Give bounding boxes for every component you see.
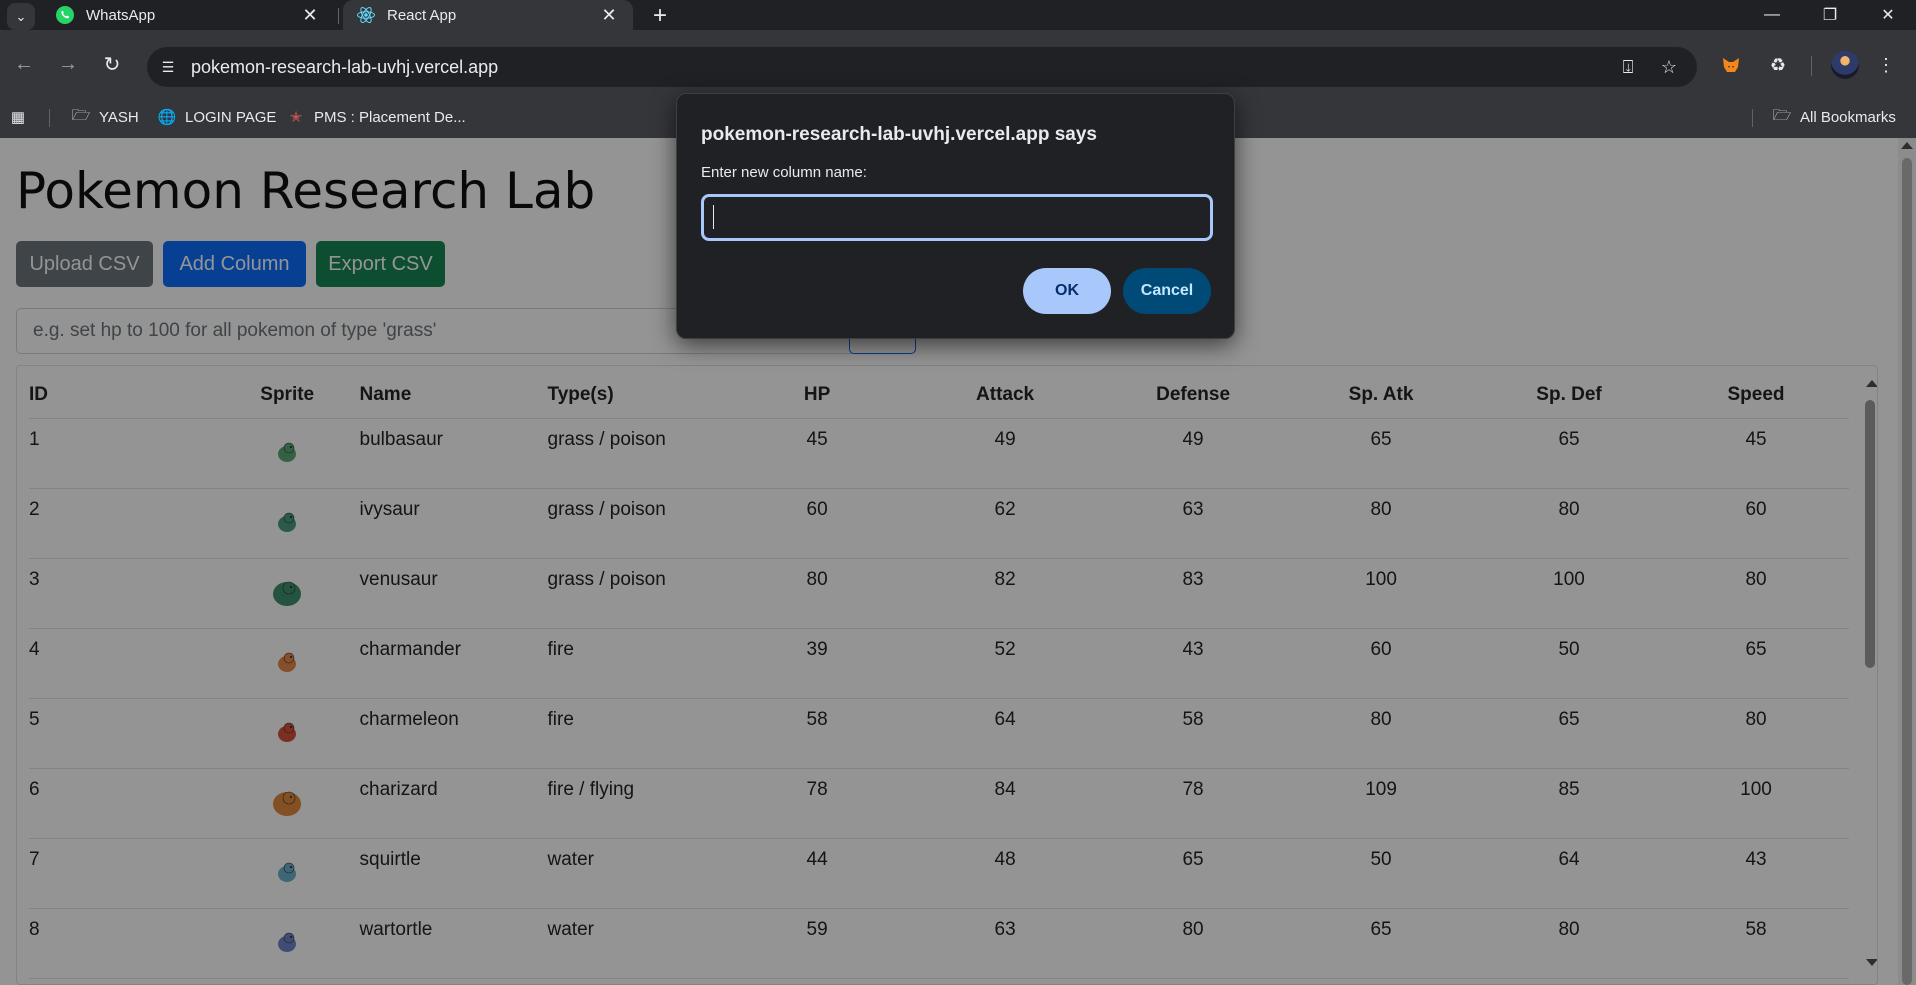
minimize-icon: — bbox=[1764, 6, 1780, 23]
folder-icon: 🗁 bbox=[71, 106, 91, 124]
ok-button[interactable]: OK bbox=[1023, 268, 1111, 314]
close-icon[interactable]: ✕ bbox=[300, 5, 320, 25]
tab-title: React App bbox=[387, 6, 457, 24]
tab-react-app[interactable]: React App ✕ bbox=[343, 0, 633, 30]
bookmark-all-bookmarks[interactable]: 🗁 All Bookmarks bbox=[1772, 96, 1896, 138]
bookmark-pms[interactable]: ✭ PMS : Placement De... bbox=[286, 96, 466, 138]
whatsapp-icon bbox=[54, 4, 76, 26]
restore-icon: ❐ bbox=[1822, 7, 1838, 24]
dialog-message: Enter new column name: bbox=[701, 164, 867, 181]
site-info-icon[interactable]: ☰ bbox=[155, 54, 181, 80]
bookmark-divider bbox=[49, 109, 50, 127]
bookmark-star-icon[interactable]: ☆ bbox=[1656, 54, 1682, 80]
close-window-button[interactable]: ✕ bbox=[1860, 0, 1916, 30]
close-icon[interactable]: ✕ bbox=[599, 5, 619, 25]
toolbar-divider bbox=[1811, 56, 1812, 76]
plus-icon: + bbox=[652, 2, 667, 29]
prompt-dialog: pokemon-research-lab-uvhj.vercel.app say… bbox=[676, 93, 1235, 339]
bookmark-label: PMS : Placement De... bbox=[314, 108, 466, 126]
address-bar[interactable]: ☰ pokemon-research-lab-uvhj.vercel.app ⍗… bbox=[147, 47, 1697, 87]
arrow-right-icon: → bbox=[58, 52, 78, 75]
dialog-title: pokemon-research-lab-uvhj.vercel.app say… bbox=[701, 124, 1097, 145]
apps-grid-icon: ▦ bbox=[10, 109, 26, 126]
tab-search-button[interactable]: ⌄ bbox=[7, 3, 35, 30]
folder-icon: 🗁 bbox=[1772, 106, 1792, 124]
forward-button[interactable]: → bbox=[52, 48, 84, 80]
bookmark-label: All Bookmarks bbox=[1800, 108, 1896, 126]
tab-whatsapp[interactable]: WhatsApp ✕ bbox=[42, 0, 334, 30]
bookmark-yash[interactable]: 🗁 YASH bbox=[71, 96, 139, 138]
extensions-puzzle-icon[interactable]: ♻ bbox=[1763, 50, 1793, 80]
close-icon: ✕ bbox=[1881, 7, 1895, 24]
bookmark-label: YASH bbox=[99, 108, 139, 126]
profile-avatar[interactable] bbox=[1831, 51, 1859, 79]
bookmark-label: LOGIN PAGE bbox=[185, 108, 277, 126]
globe-icon: 🌐 bbox=[157, 109, 177, 126]
reload-icon: ↻ bbox=[103, 53, 121, 76]
cancel-button[interactable]: Cancel bbox=[1123, 268, 1211, 314]
new-tab-button[interactable]: + bbox=[646, 2, 674, 30]
metamask-extension-icon[interactable] bbox=[1716, 50, 1746, 80]
restore-button[interactable]: ❐ bbox=[1802, 0, 1858, 30]
tab-divider bbox=[338, 8, 339, 24]
install-app-icon[interactable]: ⍗ bbox=[1615, 54, 1641, 80]
apps-button[interactable]: ▦ bbox=[8, 96, 36, 138]
bookmark-login-page[interactable]: 🌐 LOGIN PAGE bbox=[157, 96, 277, 138]
reload-button[interactable]: ↻ bbox=[96, 48, 128, 80]
chevron-down-icon: ⌄ bbox=[15, 8, 27, 24]
react-icon bbox=[355, 4, 377, 26]
more-menu-icon[interactable]: ⋮ bbox=[1871, 50, 1901, 80]
minimize-button[interactable]: — bbox=[1744, 0, 1800, 30]
text-caret bbox=[713, 205, 714, 229]
url-text: pokemon-research-lab-uvhj.vercel.app bbox=[191, 56, 499, 77]
back-button[interactable]: ← bbox=[8, 48, 40, 80]
tab-title: WhatsApp bbox=[86, 6, 156, 24]
bookmark-divider bbox=[1752, 109, 1753, 127]
pms-logo-icon: ✭ bbox=[289, 109, 303, 126]
column-name-input[interactable] bbox=[701, 194, 1213, 241]
arrow-left-icon: ← bbox=[14, 52, 34, 75]
